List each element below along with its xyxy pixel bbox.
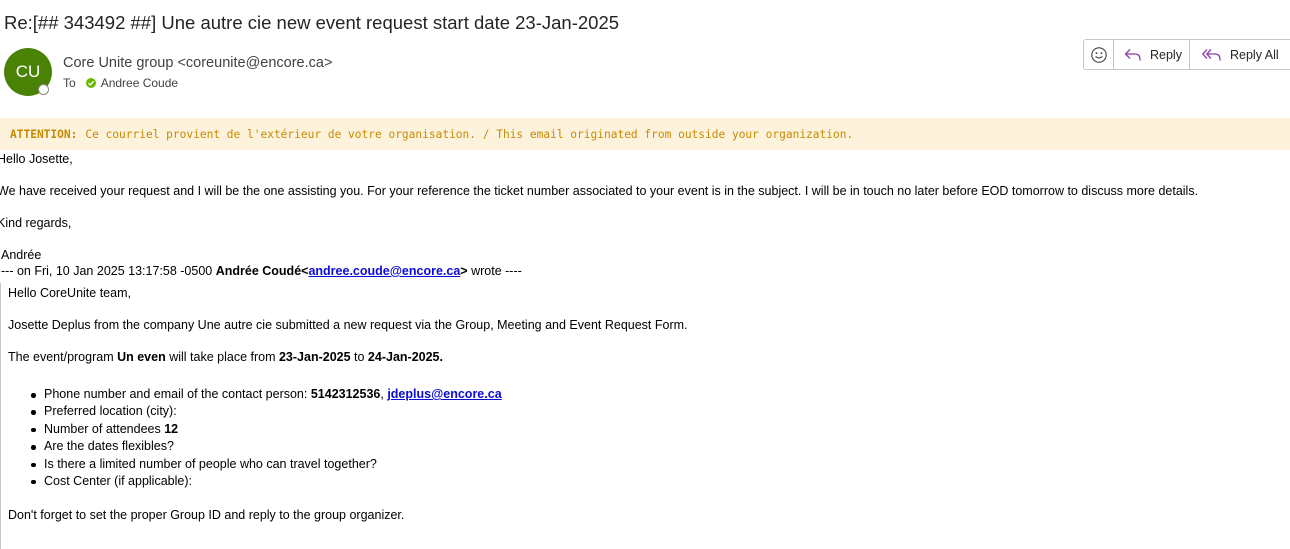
presence-status-icon xyxy=(38,84,49,95)
quote-author-email-link[interactable]: andree.coude@encore.ca xyxy=(308,264,460,278)
to-label: To xyxy=(63,76,76,90)
email-subject: Re:[## 343492 ##] Une autre cie new even… xyxy=(4,12,620,33)
event-end-date: 24-Jan-2025. xyxy=(367,350,443,364)
quote-header: --- on Fri, 10 Jan 2025 13:17:58 -0500 A… xyxy=(1,264,522,278)
avatar-initials: CU xyxy=(15,62,41,81)
reply-all-arrow-icon xyxy=(1202,48,1221,60)
list-item: Are the dates flexibles? xyxy=(31,438,502,455)
quote-header-prefix: --- on Fri, 10 Jan 2025 13:17:58 -0500 xyxy=(1,264,216,278)
warning-text: Ce courriel provient de l'extérieur de v… xyxy=(85,127,854,141)
phone-number: 5142312536 xyxy=(310,387,381,401)
attendees-count: 12 xyxy=(164,421,179,436)
reply-all-label: Reply All xyxy=(1230,47,1279,62)
contact-email-link[interactable]: jdeplus@encore.ca xyxy=(387,387,501,401)
phone-label: Phone number and email of the contact pe… xyxy=(44,387,311,401)
sender-name[interactable]: Core Unite group <coreunite@encore.ca> xyxy=(63,55,332,71)
reply-button[interactable]: Reply xyxy=(1114,40,1190,69)
list-item: Cost Center (if applicable): xyxy=(31,473,502,490)
recipient-name[interactable]: Andree Coude xyxy=(101,76,178,90)
event-details-list: Phone number and email of the contact pe… xyxy=(31,386,502,490)
reply-arrow-icon xyxy=(1124,48,1141,60)
smiley-icon xyxy=(1090,46,1107,63)
list-item: Number of attendees 12 xyxy=(31,421,502,438)
event-text-2: will take place from xyxy=(165,350,279,364)
attendees-label: Number of attendees xyxy=(44,421,165,436)
quote-header-suffix: wrote ---- xyxy=(467,264,522,278)
event-name: Un even xyxy=(117,350,166,364)
regards: Kind regards, xyxy=(0,216,72,230)
verified-check-icon xyxy=(85,78,96,88)
event-text-3: to xyxy=(350,350,368,364)
reply-paragraph: We have received your request and I will… xyxy=(0,184,1199,198)
list-item: Preferred location (city): xyxy=(31,403,502,420)
quote-author-close: > xyxy=(460,264,468,278)
reply-label: Reply xyxy=(1150,47,1182,62)
warning-label: ATTENTION: xyxy=(10,127,78,141)
quoted-event-line: The event/program Un even will take plac… xyxy=(8,350,443,364)
reaction-button[interactable] xyxy=(1084,40,1114,69)
quote-author: Andrée Coudé< xyxy=(215,264,309,278)
quoted-footer: Don't forget to set the proper Group ID … xyxy=(8,508,405,522)
message-actions-toolbar: Reply Reply All xyxy=(1083,39,1290,70)
quote-border xyxy=(0,283,1,549)
reply-all-button[interactable]: Reply All xyxy=(1190,40,1290,69)
quoted-intro: Josette Deplus from the company Une autr… xyxy=(8,318,688,332)
list-item: Is there a limited number of people who … xyxy=(31,456,502,473)
event-start-date: 23-Jan-2025 xyxy=(278,350,351,364)
recipient-row: To Andree Coude xyxy=(63,76,178,90)
signature: Andrée xyxy=(1,248,42,262)
greeting: Hello Josette, xyxy=(0,152,73,166)
list-item: Phone number and email of the contact pe… xyxy=(31,386,502,403)
quoted-greeting: Hello CoreUnite team, xyxy=(8,286,131,300)
event-text-1: The event/program xyxy=(8,350,118,364)
external-email-warning: ATTENTION: Ce courriel provient de l'ext… xyxy=(0,118,1290,150)
